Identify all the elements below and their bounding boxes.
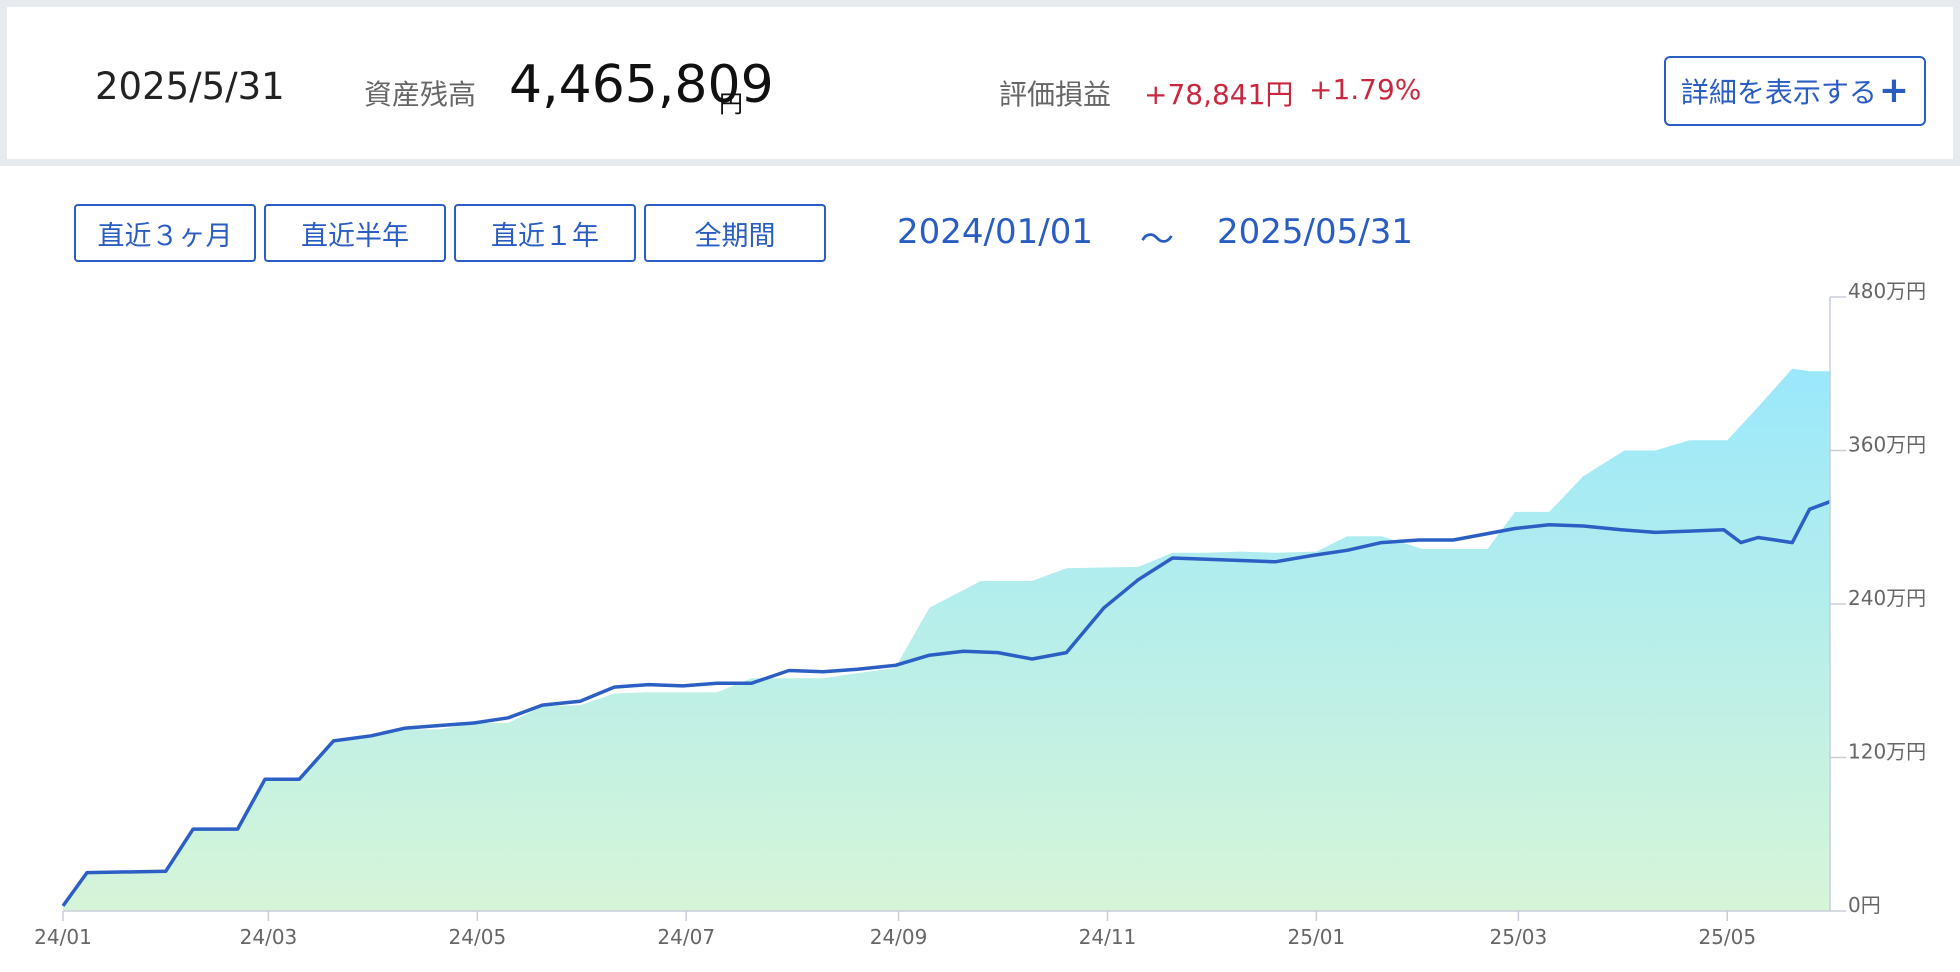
x-tick-label: 24/11 bbox=[1079, 925, 1137, 949]
period-separator: ～ bbox=[1140, 220, 1174, 260]
range-button-3-months[interactable]: 直近３ヶ月 bbox=[74, 204, 256, 262]
x-tick-label: 25/05 bbox=[1698, 925, 1756, 949]
summary-panel: 2025/5/31 資産残高 4,465,809 円 評価損益 +78,841円… bbox=[0, 0, 1960, 166]
x-tick-label: 25/03 bbox=[1490, 925, 1548, 949]
period-start[interactable]: 2024/01/01 bbox=[897, 212, 1093, 252]
x-tick-label: 24/05 bbox=[449, 925, 507, 949]
y-tick-label: 240万円 bbox=[1848, 586, 1926, 610]
y-tick-label: 480万円 bbox=[1848, 279, 1926, 303]
profit-loss-rate: +1.79% bbox=[1309, 73, 1422, 106]
asset-balance-label: 資産残高 bbox=[364, 78, 477, 111]
range-button-6-months[interactable]: 直近半年 bbox=[264, 204, 446, 262]
range-button-1-year[interactable]: 直近１年 bbox=[454, 204, 636, 262]
y-tick-label: 0円 bbox=[1848, 893, 1881, 917]
range-button-all[interactable]: 全期間 bbox=[644, 204, 826, 262]
plus-icon: + bbox=[1878, 70, 1910, 111]
x-tick-label: 24/01 bbox=[34, 925, 92, 949]
asset-chart: 24/01 24/03 24/05 24/07 24/09 24/11 25/01 25/03… bbox=[34, 279, 1926, 949]
asset-balance-unit: 円 bbox=[719, 90, 743, 118]
show-details-label: 詳細を表示する bbox=[1680, 76, 1877, 109]
profit-loss-label: 評価損益 bbox=[999, 78, 1112, 111]
show-details-button[interactable]: 詳細を表示する + bbox=[1664, 56, 1926, 126]
summary-date: 2025/5/31 bbox=[95, 65, 285, 108]
x-tick-label: 24/09 bbox=[870, 925, 928, 949]
y-tick-label: 120万円 bbox=[1848, 740, 1926, 764]
period-end[interactable]: 2025/05/31 bbox=[1217, 212, 1413, 252]
x-tick-label: 24/03 bbox=[240, 925, 298, 949]
principal-area bbox=[63, 368, 1830, 912]
profit-loss-amount: +78,841円 bbox=[1144, 78, 1294, 111]
x-tick-label: 24/07 bbox=[657, 925, 715, 949]
y-tick-label: 360万円 bbox=[1848, 433, 1926, 457]
x-tick-label: 25/01 bbox=[1288, 925, 1346, 949]
